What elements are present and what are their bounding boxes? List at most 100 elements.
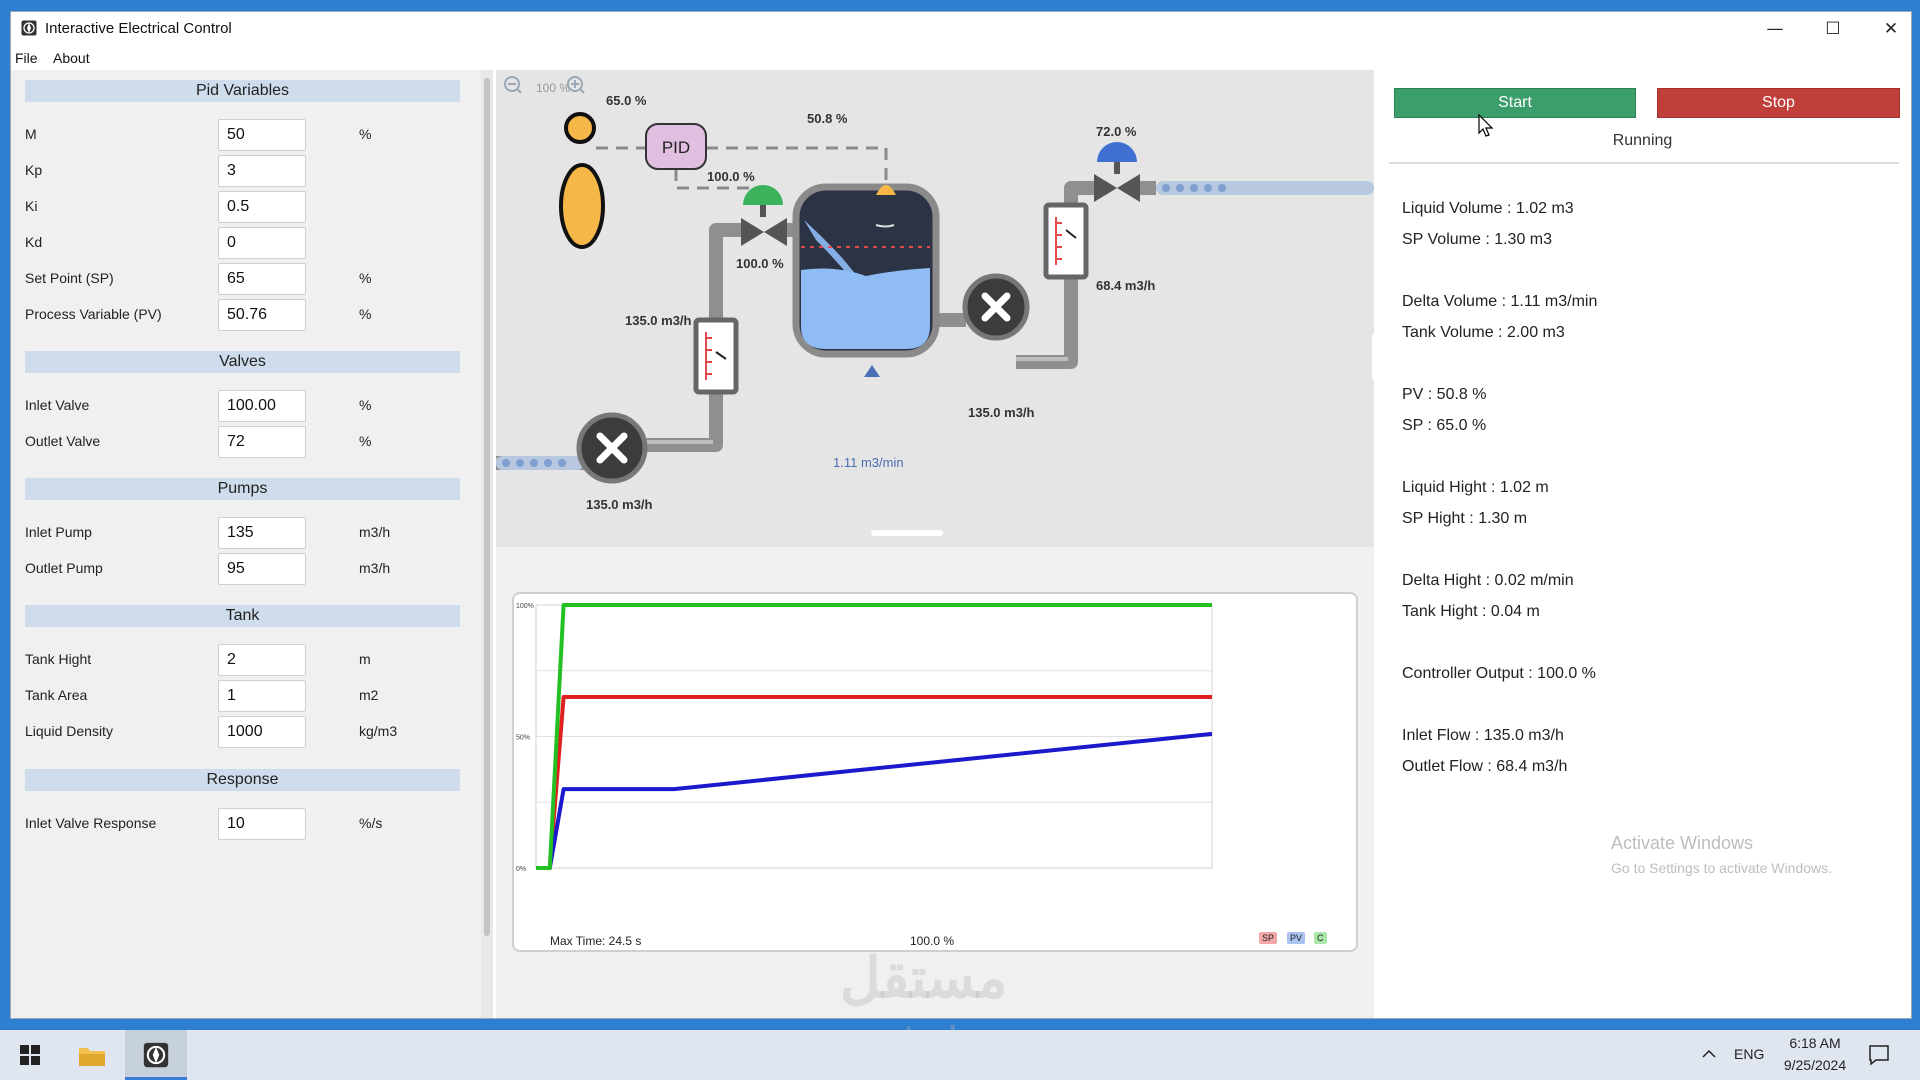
legend-sp: SP bbox=[1259, 932, 1278, 944]
info-delta-volume: Delta Volume : 1.11 m3/min bbox=[1402, 293, 1598, 310]
notification-icon[interactable] bbox=[1868, 1044, 1890, 1066]
clock-time[interactable]: 6:18 AM bbox=[1770, 1035, 1860, 1051]
chevron-up-icon[interactable] bbox=[1702, 1049, 1716, 1059]
chart-series-sp bbox=[536, 695, 1212, 870]
inlet-pump-icon[interactable] bbox=[576, 412, 648, 484]
outlet-valve-value-label: 72.0 % bbox=[1096, 124, 1137, 139]
info-liquid-hight: Liquid Hight : 1.02 m bbox=[1402, 479, 1549, 496]
left-panel-scrollbar[interactable] bbox=[481, 70, 493, 1018]
inlet-valve-icon[interactable] bbox=[741, 185, 787, 246]
mouse-cursor-icon bbox=[1478, 114, 1494, 137]
legend-c: C bbox=[1314, 932, 1327, 944]
info-outlet-flow: Outlet Flow : 68.4 m3/h bbox=[1402, 758, 1568, 775]
menu-about[interactable]: About bbox=[53, 50, 90, 66]
taskbar-app-active[interactable] bbox=[125, 1030, 187, 1080]
tank-area-unit: m2 bbox=[359, 687, 379, 703]
menu-bar: File About bbox=[11, 46, 1911, 70]
outlet-pump-unit: m3/h bbox=[359, 560, 391, 576]
kp-label: Kp bbox=[25, 162, 43, 178]
outlet-flow-meter-label: 68.4 m3/h bbox=[1096, 278, 1156, 293]
response-chart: 100% 50% 0% Max Time: 24.5 s 100.0 % SP PV… bbox=[512, 592, 1358, 952]
diagram-horizontal-scrollbar[interactable] bbox=[871, 530, 943, 536]
info-sp-volume: SP Volume : 1.30 m3 bbox=[1402, 231, 1553, 248]
inlet-valve-input[interactable] bbox=[218, 390, 306, 422]
liquid-density-input[interactable] bbox=[218, 716, 306, 748]
sp-input[interactable] bbox=[218, 263, 306, 295]
info-delta-hight: Delta Hight : 0.02 m/min bbox=[1402, 572, 1574, 589]
liquid-density-unit: kg/m3 bbox=[359, 723, 398, 739]
process-diagram-canvas: PID bbox=[496, 76, 1374, 484]
language-indicator[interactable]: ENG bbox=[1734, 1046, 1764, 1062]
chart-max-time: Max Time: 24.5 s bbox=[550, 934, 642, 948]
inlet-flow-meter-label: 135.0 m3/h bbox=[625, 313, 692, 328]
info-sp: SP : 65.0 % bbox=[1402, 417, 1487, 434]
windows-start-icon[interactable] bbox=[20, 1045, 40, 1065]
chart-grid bbox=[535, 604, 1213, 869]
kd-input[interactable] bbox=[218, 227, 306, 259]
info-pv: PV : 50.8 % bbox=[1402, 386, 1487, 403]
pv-unit: % bbox=[359, 306, 372, 322]
outlet-valve-icon[interactable] bbox=[1094, 142, 1140, 202]
file-explorer-icon[interactable] bbox=[78, 1043, 106, 1067]
chart-y-tick-label: 50% bbox=[516, 735, 530, 742]
zoom-out-icon[interactable] bbox=[504, 76, 522, 94]
menu-file[interactable]: File bbox=[15, 50, 38, 66]
left-panel-scroll-thumb[interactable] bbox=[484, 78, 490, 936]
operator-person-icon bbox=[559, 112, 605, 249]
inlet-valve-response-input[interactable] bbox=[218, 808, 306, 840]
outlet-flow-meter-icon bbox=[1043, 202, 1089, 280]
run-status: Running bbox=[1612, 132, 1673, 149]
tank-icon bbox=[792, 183, 940, 358]
inlet-valve-value-label: 100.0 % bbox=[736, 256, 784, 271]
title-bar[interactable]: Interactive Electrical Control — ☐ ✕ bbox=[11, 12, 1911, 46]
clock-date[interactable]: 9/25/2024 bbox=[1770, 1057, 1860, 1073]
inlet-valve-response-label: Inlet Valve Response bbox=[25, 815, 157, 831]
setpoint-value-label: 65.0 % bbox=[606, 93, 647, 108]
tank-hight-unit: m bbox=[359, 651, 371, 667]
taskbar: ENG 6:18 AM 9/25/2024 bbox=[0, 1030, 1920, 1080]
outlet-pump-input[interactable] bbox=[218, 553, 306, 585]
app-logo-icon bbox=[21, 20, 37, 36]
divider bbox=[1389, 162, 1899, 164]
inlet-valve-response-unit: %/s bbox=[359, 815, 383, 831]
tank-liquid bbox=[801, 268, 930, 349]
pid-controller-label: PID bbox=[662, 138, 690, 157]
chart-series-pv bbox=[536, 731, 1213, 870]
m-label: M bbox=[25, 126, 37, 142]
kp-input[interactable] bbox=[218, 155, 306, 187]
stop-button[interactable]: Stop bbox=[1657, 88, 1900, 118]
sp-label: Set Point (SP) bbox=[25, 270, 114, 286]
outlet-valve-input[interactable] bbox=[218, 426, 306, 458]
zoom-in-icon[interactable] bbox=[567, 76, 585, 94]
section-valves: Valves bbox=[25, 351, 460, 373]
close-button[interactable]: ✕ bbox=[1862, 12, 1911, 46]
section-response: Response bbox=[25, 769, 460, 791]
m-input[interactable] bbox=[218, 119, 306, 151]
m-unit: % bbox=[359, 126, 372, 142]
response-chart-svg: 100% 50% 0% bbox=[516, 603, 1213, 873]
minimize-button[interactable]: — bbox=[1746, 12, 1804, 46]
chart-y-ticks: 100% 50% 0% bbox=[516, 603, 534, 873]
status-panel: Start Stop Running Liquid Volume : 1.02 … bbox=[1374, 70, 1911, 1018]
ki-input[interactable] bbox=[218, 191, 306, 223]
inlet-pump-unit: m3/h bbox=[359, 524, 391, 540]
info-controller-output: Controller Output : 100.0 % bbox=[1402, 665, 1596, 682]
pv-input[interactable] bbox=[218, 299, 306, 331]
process-diagram: PID 100 % 65.0 % 50.8 % 100.0 % 100.0 % … bbox=[496, 70, 1374, 547]
maximize-button[interactable]: ☐ bbox=[1804, 12, 1862, 46]
activate-windows-title: Activate Windows bbox=[1611, 833, 1754, 853]
inlet-valve-label: Inlet Valve bbox=[25, 397, 90, 413]
app-window: Interactive Electrical Control — ☐ ✕ Fil… bbox=[10, 11, 1912, 1019]
level-value-label: 50.8 % bbox=[807, 111, 848, 126]
app-taskbar-icon bbox=[143, 1042, 169, 1068]
tank-rate-label: 1.11 m3/min bbox=[833, 455, 904, 470]
inlet-valve-unit: % bbox=[359, 397, 372, 413]
parameters-panel: Pid Variables M % Kp Ki Kd Set Point (SP… bbox=[11, 70, 484, 1018]
section-tank: Tank bbox=[25, 605, 460, 627]
inlet-pump-input[interactable] bbox=[218, 517, 306, 549]
outlet-pump-icon[interactable] bbox=[962, 273, 1030, 341]
start-button[interactable]: Start bbox=[1394, 88, 1636, 118]
tank-area-input[interactable] bbox=[218, 680, 306, 712]
tank-hight-input[interactable] bbox=[218, 644, 306, 676]
tank-area-label: Tank Area bbox=[25, 687, 88, 703]
